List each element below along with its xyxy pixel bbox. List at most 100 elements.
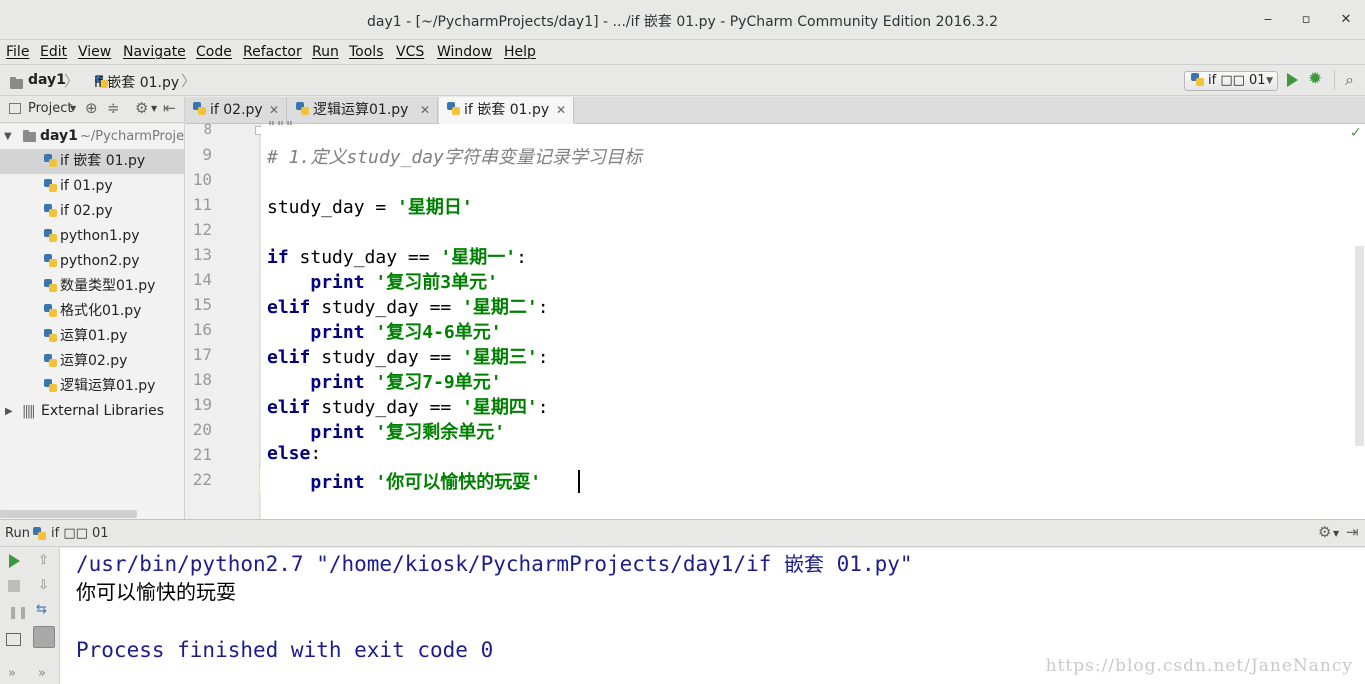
menu-tools[interactable]: Tools — [349, 44, 384, 60]
soft-wrap-icon[interactable]: ⇆ — [36, 602, 47, 617]
expand-arrow-icon[interactable]: ▼ — [4, 124, 12, 149]
menu-vcs[interactable]: VCS — [396, 44, 424, 60]
run-panel-config[interactable]: if □□ 01 — [51, 526, 109, 541]
python-file-icon — [44, 354, 57, 367]
close-tab-icon[interactable]: ✕ — [420, 97, 430, 123]
menu-code[interactable]: Code — [196, 44, 232, 60]
tree-file[interactable]: 运算02.py — [0, 349, 184, 374]
pause-icon[interactable]: ❚❚ — [8, 605, 28, 619]
line-number: 10 — [192, 170, 212, 189]
code-line-11: study_day = '星期日' — [267, 193, 473, 219]
run-config-select[interactable]: if □□ 01 ▼ — [1184, 71, 1278, 91]
code-line-21: else: — [267, 443, 321, 464]
menu-edit[interactable]: Edit — [40, 44, 67, 60]
folder-icon — [10, 77, 23, 89]
code-string: '复习7-9单元' — [375, 372, 502, 393]
console-command-text: /usr/bin/python2.7 "/home/kiosk/PycharmP… — [76, 552, 785, 576]
menu-window[interactable]: Window — [437, 44, 492, 60]
tree-file[interactable]: if 嵌套 01.py — [0, 149, 184, 174]
python-file-icon — [44, 154, 57, 167]
tree-horizontal-scrollbar[interactable] — [0, 510, 137, 518]
run-config-label: if □□ 01 — [1208, 73, 1266, 88]
run-icon[interactable] — [1287, 73, 1298, 87]
tree-file[interactable]: 数量类型01.py — [0, 274, 184, 299]
debug-bug-icon[interactable]: ✹ — [1308, 69, 1322, 89]
tree-file-label: if 02.py — [60, 203, 113, 219]
python-file-icon — [44, 379, 57, 392]
code-token: study_day == — [310, 297, 463, 318]
menu-view[interactable]: View — [78, 44, 111, 60]
tree-root-day1[interactable]: ▼ day1 ~/PycharmProje — [0, 124, 184, 149]
watermark: https://blog.csdn.net/JaneNancy — [1045, 656, 1353, 676]
scroll-from-source-icon[interactable]: ⊕ — [85, 99, 98, 117]
code-line-8: """ — [267, 118, 295, 136]
scroll-up-icon[interactable]: ⇧ — [38, 553, 49, 568]
code-keyword: print — [310, 372, 365, 393]
line-number: 19 — [192, 395, 212, 414]
more-tools-icon[interactable]: » — [8, 666, 16, 681]
gear-icon[interactable]: ⚙ — [1318, 523, 1331, 541]
python-file-icon — [447, 102, 460, 115]
run-panel-title[interactable]: Run — [5, 526, 30, 541]
gear-dropdown-icon[interactable]: ▼ — [151, 104, 157, 113]
hide-panel-icon[interactable]: ⇤ — [163, 99, 176, 117]
tab-logic-01[interactable]: 逻辑运算01.py ✕ — [288, 97, 438, 124]
expand-arrow-icon[interactable]: ▶ — [5, 399, 13, 424]
code-line-22: print '你可以愉快的玩耍' — [267, 468, 541, 494]
gear-dropdown-icon[interactable]: ▼ — [1333, 529, 1339, 538]
line-number: 11 — [192, 195, 212, 214]
scroll-down-icon[interactable]: ⇩ — [38, 578, 49, 593]
close-button[interactable]: ✕ — [1336, 10, 1356, 30]
rerun-icon[interactable] — [9, 554, 20, 568]
tree-file[interactable]: 格式化01.py — [0, 299, 184, 324]
tree-file[interactable]: 逻辑运算01.py — [0, 374, 184, 399]
console-command-cjk: 嵌套 — [784, 552, 825, 576]
text-caret — [578, 470, 580, 493]
code-string: '星期一' — [440, 247, 517, 268]
menu-file[interactable]: File — [6, 44, 29, 60]
run-console[interactable]: /usr/bin/python2.7 "/home/kiosk/PycharmP… — [60, 548, 1365, 684]
python-config-icon — [33, 527, 46, 540]
print-icon[interactable] — [33, 626, 55, 648]
line-number: 16 — [192, 320, 212, 339]
search-icon[interactable]: ⌕ — [1345, 70, 1354, 90]
tree-file[interactable]: 运算01.py — [0, 324, 184, 349]
maximize-button[interactable]: ▫ — [1296, 10, 1316, 30]
menu-run[interactable]: Run — [312, 44, 339, 60]
stop-icon[interactable] — [8, 580, 20, 592]
close-tab-icon[interactable]: ✕ — [556, 97, 566, 123]
tree-root-label: day1 — [40, 128, 78, 144]
tree-file-label: if 嵌套 01.py — [60, 153, 146, 169]
code-line-13: if study_day == '星期一': — [267, 243, 527, 269]
menu-refactor[interactable]: Refactor — [243, 44, 302, 60]
menu-navigate[interactable]: Navigate — [123, 44, 186, 60]
project-dropdown-icon[interactable]: ▼ — [70, 104, 76, 113]
code-token: : — [537, 297, 549, 318]
minimize-button[interactable]: ‒ — [1258, 10, 1278, 30]
code-string: '复习4-6单元' — [375, 322, 502, 343]
tree-external-libraries[interactable]: ▶ |||‖ External Libraries — [0, 399, 184, 424]
more-actions-icon[interactable]: » — [38, 666, 46, 681]
collapse-all-icon[interactable]: ≑ — [107, 99, 120, 117]
tree-file[interactable]: if 02.py — [0, 199, 184, 224]
tree-file[interactable]: python1.py — [0, 224, 184, 249]
code-keyword: print — [310, 472, 365, 493]
code-keyword: elif — [267, 397, 311, 418]
project-view-icon — [9, 103, 21, 114]
editor-vertical-scrollbar[interactable] — [1355, 246, 1364, 446]
hide-panel-icon[interactable]: ⇥ — [1346, 523, 1359, 541]
tree-file[interactable]: if 01.py — [0, 174, 184, 199]
line-number: 18 — [192, 370, 212, 389]
breadcrumb-project[interactable]: day1 — [28, 72, 66, 88]
gear-icon[interactable]: ⚙ — [135, 99, 148, 117]
code-editor[interactable]: """ # 1.定义study_day字符串变量记录学习目标 study_day… — [261, 118, 1365, 519]
navigation-bar: day1 〉 if 嵌套 01.py 〉 if □□ 01 ▼ ✹ ⌕ — [0, 66, 1365, 96]
project-view-label[interactable]: Project — [28, 101, 72, 116]
breadcrumb-file[interactable]: if 嵌套 01.py — [94, 72, 179, 92]
tab-if-nested-01[interactable]: if 嵌套 01.py ✕ — [439, 97, 574, 124]
console-command: /usr/bin/python2.7 "/home/kiosk/PycharmP… — [76, 548, 913, 577]
restore-layout-icon[interactable] — [6, 633, 21, 646]
tab-label: 逻辑运算01.py — [313, 102, 409, 118]
tree-file[interactable]: python2.py — [0, 249, 184, 274]
menu-help[interactable]: Help — [504, 44, 536, 60]
